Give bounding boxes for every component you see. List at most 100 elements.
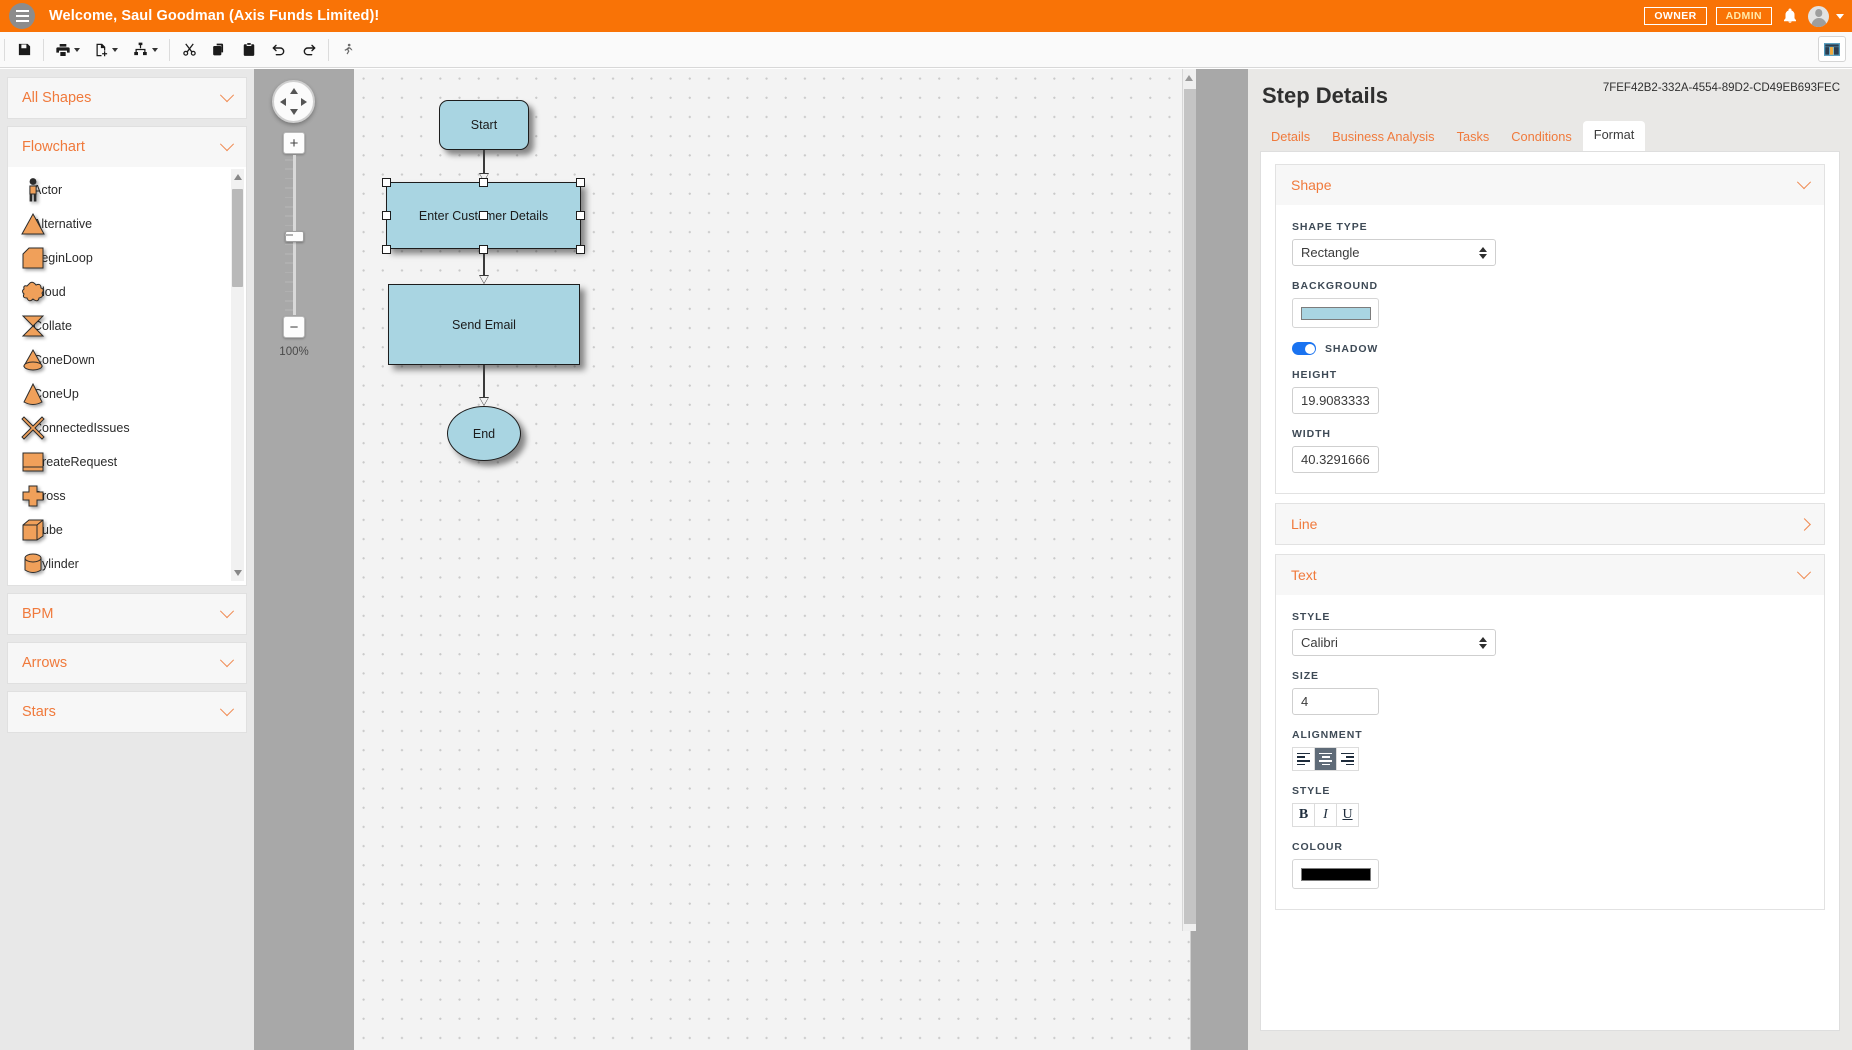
save-button[interactable] bbox=[11, 37, 37, 63]
canvas-vertical-scrollbar[interactable] bbox=[1182, 69, 1196, 931]
shape-list-item[interactable]: Alternative bbox=[8, 207, 246, 241]
shape-list-item[interactable]: Cylinder bbox=[8, 547, 246, 581]
format-tab-panel: Shape SHAPE TYPE Rectangle BACKGROUND bbox=[1260, 151, 1840, 1031]
toggle-panel-icon[interactable] bbox=[1818, 36, 1846, 62]
background-colour-picker[interactable] bbox=[1292, 298, 1379, 328]
shadow-toggle[interactable] bbox=[1292, 342, 1316, 355]
shape-list-item[interactable]: ConeUp bbox=[8, 377, 246, 411]
zoom-out-button[interactable]: − bbox=[283, 316, 305, 338]
align-center-button[interactable] bbox=[1314, 747, 1337, 771]
hamburger-icon[interactable] bbox=[9, 3, 35, 29]
scroll-up-arrow-icon[interactable] bbox=[234, 174, 242, 180]
accordion-all-shapes: All Shapes bbox=[7, 77, 247, 119]
shape-list-item[interactable]: Actor bbox=[8, 173, 246, 207]
pan-navigator-icon[interactable] bbox=[272, 80, 315, 123]
collate-shape-icon bbox=[20, 313, 46, 339]
section-body-shape: SHAPE TYPE Rectangle BACKGROUND bbox=[1276, 205, 1824, 493]
tab-conditions[interactable]: Conditions bbox=[1500, 125, 1582, 151]
font-size-input[interactable]: 4 bbox=[1292, 688, 1379, 715]
scroll-down-arrow-icon[interactable] bbox=[234, 570, 242, 576]
run-button[interactable] bbox=[335, 37, 361, 63]
canvas-node-end[interactable]: End bbox=[447, 406, 521, 461]
owner-badge[interactable]: OWNER bbox=[1644, 7, 1706, 26]
toolbar-right-actions bbox=[1818, 36, 1846, 62]
resize-handle-ne[interactable] bbox=[576, 178, 585, 187]
diagram-sheet[interactable]: Start Enter Customer Details Send Email bbox=[354, 69, 1191, 1050]
text-colour-picker[interactable] bbox=[1292, 859, 1379, 889]
height-input[interactable]: 19.9083333 bbox=[1292, 387, 1379, 414]
accordion-header-arrows[interactable]: Arrows bbox=[8, 643, 246, 683]
shape-list[interactable]: ActorAlternativeBeginLoopCloudCollateCon… bbox=[8, 167, 246, 585]
tab-business-analysis[interactable]: Business Analysis bbox=[1321, 125, 1445, 151]
shape-list-item[interactable]: Database bbox=[8, 581, 246, 585]
shape-list-scrollbar[interactable] bbox=[231, 169, 244, 581]
resize-handle-c[interactable] bbox=[479, 211, 488, 220]
pan-down-arrow-icon[interactable] bbox=[290, 109, 298, 115]
section-header-line[interactable]: Line bbox=[1276, 504, 1824, 544]
cut-button[interactable] bbox=[176, 37, 202, 63]
undo-button[interactable] bbox=[266, 37, 292, 63]
user-avatar-icon[interactable] bbox=[1808, 6, 1829, 27]
pan-up-arrow-icon[interactable] bbox=[290, 88, 298, 94]
align-center-icon bbox=[1319, 753, 1332, 766]
font-style-value: Calibri bbox=[1301, 635, 1338, 650]
admin-badge[interactable]: ADMIN bbox=[1716, 7, 1772, 26]
resize-handle-w[interactable] bbox=[382, 211, 391, 220]
align-left-button[interactable] bbox=[1292, 747, 1315, 771]
accordion-header-all-shapes[interactable]: All Shapes bbox=[8, 78, 246, 118]
scroll-up-arrow-icon[interactable] bbox=[1185, 75, 1193, 81]
print-button[interactable] bbox=[50, 37, 85, 63]
tab-details[interactable]: Details bbox=[1260, 125, 1321, 151]
connector-email-to-end[interactable] bbox=[483, 365, 485, 401]
scrollbar-thumb[interactable] bbox=[232, 189, 243, 287]
layout-button[interactable] bbox=[127, 37, 163, 63]
paste-button[interactable] bbox=[236, 37, 262, 63]
zoom-in-button[interactable]: + bbox=[283, 132, 305, 154]
accordion-arrows: Arrows bbox=[7, 642, 247, 684]
accordion-label: All Shapes bbox=[22, 90, 91, 106]
resize-handle-n[interactable] bbox=[479, 178, 488, 187]
copy-button[interactable] bbox=[206, 37, 232, 63]
zoom-slider-thumb[interactable] bbox=[285, 231, 304, 242]
underline-button[interactable]: U bbox=[1336, 803, 1359, 827]
resize-handle-e[interactable] bbox=[576, 211, 585, 220]
export-button[interactable] bbox=[89, 37, 123, 63]
scrollbar-thumb[interactable] bbox=[1184, 89, 1196, 924]
tab-tasks[interactable]: Tasks bbox=[1446, 125, 1501, 151]
accordion-header-stars[interactable]: Stars bbox=[8, 692, 246, 732]
resize-handle-nw[interactable] bbox=[382, 178, 391, 187]
chevron-down-icon[interactable] bbox=[1836, 14, 1844, 19]
section-header-shape[interactable]: Shape bbox=[1276, 165, 1824, 205]
bold-button[interactable]: B bbox=[1292, 803, 1315, 827]
pan-right-arrow-icon[interactable] bbox=[301, 98, 307, 106]
font-style-select[interactable]: Calibri bbox=[1292, 629, 1496, 656]
zoom-slider-track[interactable] bbox=[293, 155, 296, 315]
shape-list-item[interactable]: Cross bbox=[8, 479, 246, 513]
pan-left-arrow-icon[interactable] bbox=[280, 98, 286, 106]
accordion-header-bpm[interactable]: BPM bbox=[8, 594, 246, 634]
resize-handle-se[interactable] bbox=[576, 245, 585, 254]
accordion-header-flowchart[interactable]: Flowchart bbox=[8, 127, 246, 167]
shape-type-select[interactable]: Rectangle bbox=[1292, 239, 1496, 266]
canvas-node-start[interactable]: Start bbox=[439, 100, 529, 150]
shape-list-item[interactable]: Collate bbox=[8, 309, 246, 343]
shape-list-item[interactable]: ConeDown bbox=[8, 343, 246, 377]
section-header-text[interactable]: Text bbox=[1276, 555, 1824, 595]
shape-list-item[interactable]: ConnectedIssues bbox=[8, 411, 246, 445]
paste-icon bbox=[242, 42, 256, 57]
shape-list-item[interactable]: BeginLoop bbox=[8, 241, 246, 275]
canvas-node-send-email[interactable]: Send Email bbox=[388, 284, 580, 365]
shape-list-item[interactable]: Cube bbox=[8, 513, 246, 547]
italic-button[interactable]: I bbox=[1314, 803, 1337, 827]
redo-button[interactable] bbox=[296, 37, 322, 63]
resize-handle-sw[interactable] bbox=[382, 245, 391, 254]
tab-format[interactable]: Format bbox=[1583, 121, 1646, 151]
bell-icon[interactable] bbox=[1781, 7, 1799, 25]
width-input[interactable]: 40.3291666 bbox=[1292, 446, 1379, 473]
shape-type-value: Rectangle bbox=[1301, 245, 1360, 260]
shape-list-item[interactable]: CreateRequest bbox=[8, 445, 246, 479]
align-right-button[interactable] bbox=[1336, 747, 1359, 771]
diagram-canvas-area[interactable]: Start Enter Customer Details Send Email bbox=[254, 69, 1248, 1050]
shape-list-item[interactable]: Cloud bbox=[8, 275, 246, 309]
resize-handle-s[interactable] bbox=[479, 245, 488, 254]
